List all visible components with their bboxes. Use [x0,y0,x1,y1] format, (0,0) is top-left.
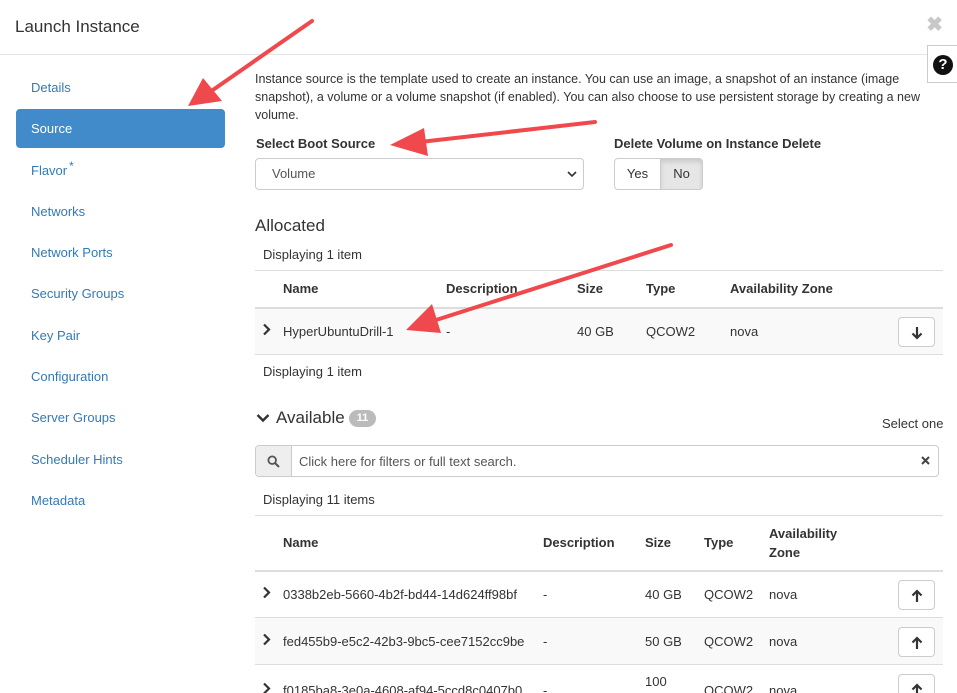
column-header-zone-line1[interactable]: Availability [769,526,837,541]
allocate-button[interactable] [898,580,935,610]
annotation-arrow [418,120,597,144]
divider [255,354,943,355]
close-icon[interactable]: ✖ [926,12,943,37]
divider [255,664,943,665]
allocate-button[interactable] [898,674,935,693]
column-header-size[interactable]: Size [577,281,603,296]
available-row-description: - [543,683,548,693]
boot-source-label: Select Boot Source [256,136,376,151]
column-header-name[interactable]: Name [283,535,318,550]
column-header-type[interactable]: Type [646,281,675,296]
column-header-name[interactable]: Name [283,281,318,296]
divider [255,270,943,271]
required-mark: * [69,158,74,173]
allocated-row-description: - [446,324,451,339]
delete-volume-yes-button[interactable]: Yes [614,158,661,190]
search-input[interactable] [293,446,913,476]
available-row-zone: nova [769,634,798,649]
column-header-zone[interactable]: Availability Zone [730,281,833,296]
chevron-right-icon[interactable] [262,323,271,339]
nav-item-metadata[interactable]: Metadata [16,481,225,520]
chevron-down-icon [567,159,577,201]
delete-volume-label: Delete Volume on Instance Delete [614,136,822,151]
available-row-zone: nova [769,683,798,693]
search-icon [256,446,292,476]
chevron-right-icon[interactable] [262,682,271,693]
wizard-nav: Details Source Flavor * Networks Network … [16,68,225,522]
chevron-right-icon[interactable] [262,633,271,649]
boot-source-value: Volume [272,166,316,181]
arrow-up-icon [911,587,923,603]
nav-item-scheduler-hints[interactable]: Scheduler Hints [16,440,225,479]
nav-item-key-pair[interactable]: Key Pair [16,316,225,355]
modal-header: Launch Instance ✖ [0,0,957,55]
search-bar [255,445,939,477]
chevron-right-icon[interactable] [262,586,271,602]
deallocate-button[interactable] [898,317,935,347]
allocated-row-zone: nova [730,324,759,339]
column-header-type[interactable]: Type [704,535,733,550]
clear-icon[interactable] [921,453,930,468]
arrow-up-icon [911,634,923,650]
available-count-badge: 11 [349,410,376,427]
available-row-zone: nova [769,587,798,602]
divider [255,515,943,516]
arrow-down-icon [911,324,923,340]
available-row-type: QCOW2 [704,587,754,602]
nav-item-server-groups[interactable]: Server Groups [16,398,225,437]
divider [255,570,943,572]
column-header-zone-line2[interactable]: Zone [769,545,800,560]
delete-volume-no-button[interactable]: No [660,158,703,190]
available-row-size: 40 GB [645,587,682,602]
annotation-arrow [390,128,428,156]
available-row-name: 0338b2eb-5660-4b2f-bd44-14d624ff98bf [283,587,517,602]
select-one-hint: Select one [882,416,944,431]
modal-title: Launch Instance [15,17,140,36]
allocated-row-type: QCOW2 [646,324,696,339]
available-row-type: QCOW2 [704,683,754,693]
chevron-down-icon[interactable] [256,411,270,426]
available-row-size: 50 GB [645,634,682,649]
available-title[interactable]: Available [276,408,345,428]
available-row-name: f0185ba8-3e0a-4608-af94-5ccd8c0407b0 [283,683,523,693]
nav-item-source[interactable]: Source [16,109,225,149]
source-intro-text: Instance source is the template used to … [255,72,920,122]
allocate-button[interactable] [898,627,935,657]
arrow-up-icon [911,681,923,693]
allocated-row-size: 40 GB [577,324,614,339]
available-count: Displaying 11 items [263,492,375,507]
column-header-size[interactable]: Size [645,535,671,550]
nav-item-flavor-label: Flavor [31,162,68,178]
available-row-description: - [543,587,548,602]
allocated-count: Displaying 1 item [263,247,362,262]
available-row-name: fed455b9-e5c2-42b3-9bc5-cee7152cc9be [283,634,525,649]
nav-item-details[interactable]: Details [16,68,225,107]
column-header-description[interactable]: Description [543,535,615,550]
nav-item-network-ports[interactable]: Network Ports [16,233,225,272]
nav-item-networks[interactable]: Networks [16,192,225,231]
allocated-row-name: HyperUbuntuDrill-1 [283,324,394,339]
available-row-type: QCOW2 [704,634,754,649]
available-row-description: - [543,634,548,649]
nav-item-configuration[interactable]: Configuration [16,357,225,396]
column-header-description[interactable]: Description [446,281,518,296]
available-row-size: 100 [645,674,667,689]
allocated-footer-count: Displaying 1 item [263,364,362,379]
boot-source-select[interactable]: Volume [255,158,584,190]
allocated-title: Allocated [255,216,325,235]
nav-item-flavor[interactable]: Flavor * [16,151,225,190]
nav-item-security-groups[interactable]: Security Groups [16,274,225,313]
